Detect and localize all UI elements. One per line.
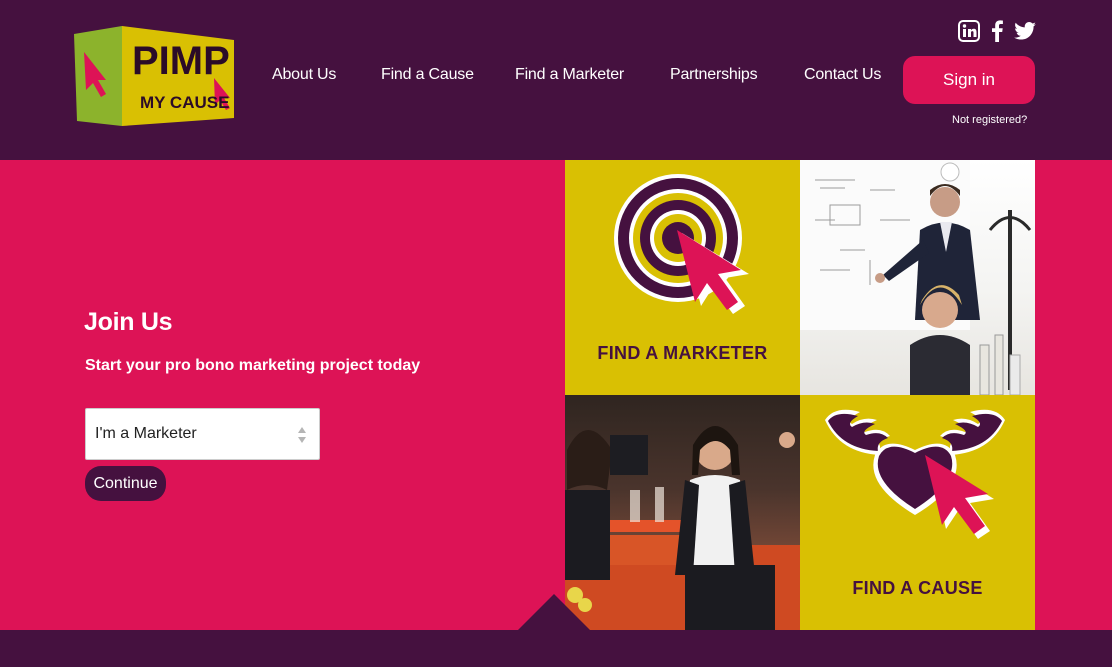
continue-button[interactable]: Continue: [85, 466, 166, 501]
logo-text-mycause: MY CAUSE: [140, 93, 229, 112]
sign-in-button[interactable]: Sign in: [903, 56, 1035, 104]
scroll-indicator-notch: [518, 594, 590, 630]
footer-bar: [0, 630, 1112, 667]
linkedin-icon[interactable]: [958, 20, 980, 47]
site-header: PIMP MY CAUSE About Us Find a Cause Find…: [0, 0, 1112, 160]
find-cause-label: FIND A CAUSE: [852, 578, 983, 598]
page-title: Join Us: [84, 308, 173, 336]
find-marketer-label: FIND A MARKETER: [597, 343, 768, 363]
logo-graphic: PIMP MY CAUSE: [74, 26, 234, 126]
meeting-illustration: [565, 426, 800, 630]
nav-contact-us[interactable]: Contact Us: [804, 66, 881, 84]
role-select[interactable]: I'm a Marketer: [85, 408, 320, 460]
role-select-value: I'm a Marketer: [95, 425, 197, 442]
nav-about-us[interactable]: About Us: [272, 66, 336, 84]
find-marketer-tile[interactable]: FIND A MARKETER: [565, 160, 800, 395]
twitter-icon[interactable]: [1014, 22, 1036, 45]
nav-partnerships[interactable]: Partnerships: [670, 66, 758, 84]
pimp-my-cause-logo[interactable]: PIMP MY CAUSE: [74, 26, 236, 126]
whiteboard-photo: [800, 160, 1035, 395]
not-registered-link[interactable]: Not registered?: [952, 114, 1027, 126]
hero-section: Join Us Start your pro bono marketing pr…: [0, 160, 1112, 630]
facebook-icon[interactable]: [991, 20, 1003, 47]
presenter-illustration: [800, 160, 1032, 395]
logo-text-pimp: PIMP: [132, 39, 230, 83]
nav-find-a-marketer[interactable]: Find a Marketer: [515, 66, 624, 84]
page-subtitle: Start your pro bono marketing project to…: [85, 357, 421, 374]
meeting-photo: [565, 395, 800, 630]
select-arrows-icon: [298, 427, 306, 443]
nav-find-a-cause[interactable]: Find a Cause: [381, 66, 474, 84]
find-cause-tile[interactable]: FIND A CAUSE: [800, 395, 1035, 630]
